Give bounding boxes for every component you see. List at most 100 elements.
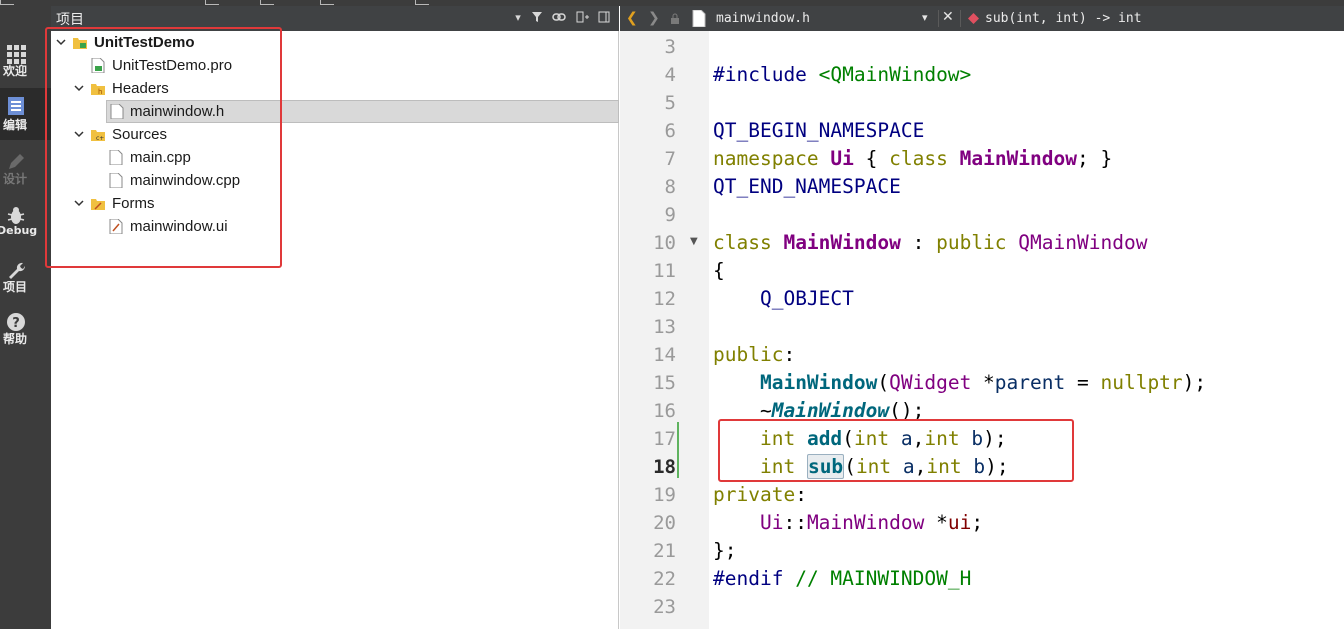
tree-label-forms: Forms (112, 195, 155, 212)
line-number: 11 (653, 260, 676, 282)
line-number: 16 (653, 400, 676, 422)
tree-item-mainwindow-h[interactable]: mainwindow.h (106, 100, 619, 123)
close-file-icon[interactable]: ✕ (942, 9, 954, 25)
line-number: 8 (664, 176, 676, 198)
source-file-icon (109, 173, 123, 188)
open-file-name[interactable]: mainwindow.h (716, 11, 810, 26)
close-panel-icon[interactable] (597, 11, 611, 25)
sources-folder-icon: c+ (91, 130, 105, 142)
project-folder-icon (73, 38, 87, 49)
tree-label-headers: Headers (112, 80, 169, 97)
source-file-icon (109, 150, 123, 165)
view-dropdown-icon[interactable]: ▾ (511, 11, 525, 25)
tree-label-mainwindow-h: mainwindow.h (130, 103, 225, 120)
mode-help-label: 帮助 (2, 332, 27, 346)
lock-icon (671, 13, 679, 24)
line-number: 21 (653, 540, 676, 562)
chevron-down-icon[interactable] (73, 82, 85, 94)
code-editor[interactable]: #include <QMainWindow> QT_BEGIN_NAMESPAC… (709, 31, 1344, 629)
code-line: class MainWindow : public QMainWindow (713, 231, 1148, 254)
tree-item-mainwindow-cpp[interactable]: mainwindow.cpp (51, 169, 281, 192)
tree-label-main-cpp: main.cpp (130, 149, 191, 166)
bug-icon (7, 207, 25, 224)
line-number: 20 (653, 512, 676, 534)
mode-welcome-label: 欢迎 (2, 64, 27, 78)
tree-label-project: UnitTestDemo (94, 34, 195, 51)
chevron-down-icon[interactable] (73, 197, 85, 209)
line-number: 3 (664, 36, 676, 58)
mode-debug[interactable]: Debug (0, 200, 51, 250)
line-number: 19 (653, 484, 676, 506)
project-panel-title: 项目 (56, 12, 84, 28)
current-symbol[interactable]: sub(int, int) -> int (985, 11, 1142, 26)
tree-item-project[interactable]: UnitTestDemo (51, 31, 281, 54)
chevron-down-icon[interactable] (73, 128, 85, 140)
mode-design[interactable]: 设计 (0, 146, 51, 196)
tree-item-mainwindow-ui[interactable]: mainwindow.ui (51, 215, 281, 238)
tree-label-mainwindow-ui: mainwindow.ui (130, 218, 228, 235)
line-number: 23 (653, 596, 676, 618)
tree-label-pro-file: UnitTestDemo.pro (112, 57, 233, 74)
code-line: namespace Ui { class MainWindow; } (713, 147, 1113, 170)
code-line: Q_OBJECT (759, 287, 854, 310)
code-line: QT_BEGIN_NAMESPACE (713, 119, 925, 142)
code-line: #include <QMainWindow> (713, 63, 972, 86)
tree-item-sources[interactable]: c+ Sources (51, 123, 281, 146)
change-marker (677, 422, 679, 478)
line-number: 17 (653, 428, 676, 450)
code-line: Ui::MainWindow *ui; (759, 511, 984, 534)
mode-projects[interactable]: 项目 (0, 254, 51, 304)
mode-edit[interactable]: 编辑 (0, 88, 51, 140)
line-number: 5 (664, 92, 676, 114)
back-arrow-icon[interactable]: ❮ (626, 10, 638, 26)
forward-arrow-icon[interactable]: ❯ (648, 10, 660, 26)
tree-item-main-cpp[interactable]: main.cpp (51, 146, 281, 169)
code-line: }; (713, 539, 737, 562)
code-line: MainWindow(QWidget *parent = nullptr); (759, 371, 1207, 394)
line-number: 4 (664, 64, 676, 86)
tree-item-headers[interactable]: h Headers (51, 77, 281, 100)
line-number: 14 (653, 344, 676, 366)
line-number-gutter: 3 4 5 6 7 8 9 10 ▼ 11 12 13 14 15 16 17 … (620, 31, 709, 629)
help-icon: ? (7, 313, 25, 331)
line-number: 10 (653, 232, 676, 254)
file-icon (692, 10, 706, 27)
svg-text:?: ? (12, 316, 20, 331)
project-panel-header: 项目 ▾ (51, 6, 619, 31)
chevron-down-icon[interactable] (55, 36, 67, 48)
grid-icon (7, 45, 26, 64)
split-icon[interactable] (576, 11, 590, 25)
pencil-icon (9, 154, 24, 169)
code-line: QT_END_NAMESPACE (713, 175, 901, 198)
line-number: 15 (653, 372, 676, 394)
mode-edit-label: 编辑 (2, 118, 27, 132)
line-number: 7 (664, 148, 676, 170)
forms-folder-icon (91, 199, 105, 210)
svg-text:c+: c+ (96, 135, 104, 142)
line-number: 9 (664, 204, 676, 226)
editor-toolbar: ❮ ❯ mainwindow.h ▾ ✕ sub(int, int) -> in… (620, 6, 1344, 31)
header-file-icon (110, 104, 124, 119)
fold-arrow-icon[interactable]: ▼ (690, 236, 698, 247)
filter-icon[interactable] (530, 11, 544, 25)
tree-item-pro-file[interactable]: UnitTestDemo.pro (51, 54, 281, 77)
code-line: public: (713, 343, 796, 366)
code-line: private: (713, 483, 807, 506)
svg-text:h: h (98, 88, 102, 96)
edit-document-icon (8, 97, 24, 115)
ui-file-icon (109, 219, 123, 234)
headers-folder-icon: h (91, 84, 105, 96)
mode-design-label: 设计 (2, 172, 27, 186)
mode-welcome[interactable]: 欢迎 (0, 38, 51, 88)
link-icon[interactable] (552, 11, 566, 25)
line-number: 12 (653, 288, 676, 310)
line-number: 22 (653, 568, 676, 590)
code-line-current: int sub(int a,int b); (759, 454, 1009, 479)
code-line: #endif // MAINWINDOW_H (713, 567, 972, 590)
tree-item-forms[interactable]: Forms (51, 192, 281, 215)
mode-sidebar: 欢迎 编辑 设计 Debug 项目 ? 帮助 (0, 6, 51, 629)
mode-help[interactable]: ? 帮助 (0, 306, 51, 356)
file-dropdown-icon[interactable]: ▾ (922, 11, 928, 24)
mode-projects-label: 项目 (2, 280, 27, 294)
pro-file-icon (91, 58, 105, 73)
